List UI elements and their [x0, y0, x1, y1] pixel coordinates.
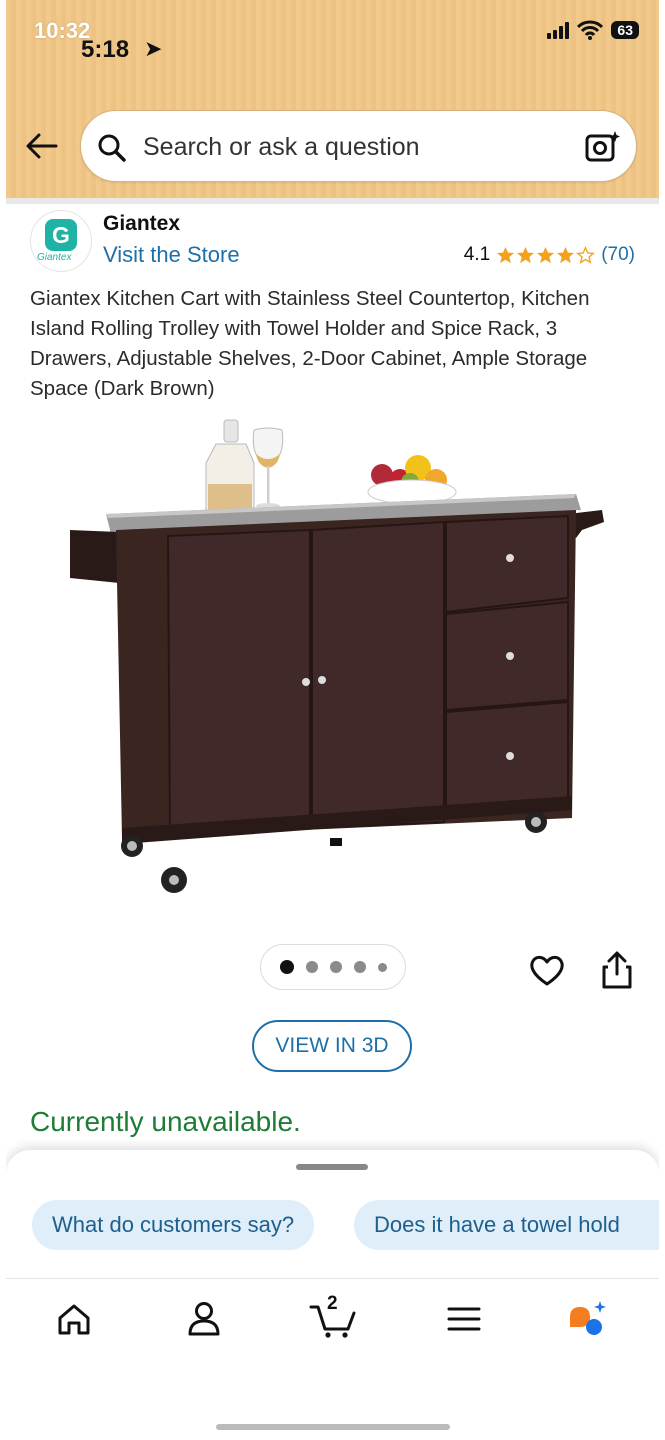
camera-search-icon[interactable]: [584, 129, 622, 165]
screen: 10:32 5:18 ➤ 63 Search or ask a question: [6, 0, 659, 1413]
brand-logo[interactable]: G Giantex: [30, 210, 92, 272]
star-empty-icon: [576, 245, 596, 264]
status-time: 5:18: [81, 36, 130, 63]
wifi-icon: [577, 20, 604, 40]
status-icons: 63: [547, 20, 639, 40]
suggestion-chip[interactable]: Does it have a towel hold: [354, 1200, 659, 1250]
brand-logo-wordmark: Giantex: [37, 252, 72, 263]
menu-icon[interactable]: [442, 1297, 486, 1341]
wheel-icon: [121, 835, 143, 857]
search-input[interactable]: Search or ask a question: [80, 110, 637, 182]
app-header: 10:32 5:18 ➤ 63 Search or ask a question: [6, 0, 659, 198]
rufus-assistant-icon[interactable]: [566, 1297, 610, 1341]
suggestion-sheet: What do customers say? Does it have a to…: [6, 1150, 659, 1278]
star-full-icon: [537, 246, 555, 263]
bottom-tab-bar: 2: [6, 1278, 659, 1413]
star-full-icon: [557, 246, 575, 263]
rating-value: 4.1: [463, 244, 491, 265]
brand-name: Giantex: [103, 212, 181, 235]
product-title: Giantex Kitchen Cart with Stainless Stee…: [30, 287, 590, 400]
search-icon: [98, 134, 126, 162]
location-arrow-icon: ➤: [144, 36, 163, 61]
home-indicator: [216, 1424, 450, 1430]
home-icon[interactable]: [52, 1297, 96, 1341]
signal-icon: [547, 21, 570, 39]
brand-logo-mark: G: [45, 219, 77, 251]
header-divider: [6, 198, 659, 204]
kitchen-cart-image[interactable]: [56, 418, 616, 908]
carousel-dot: [305, 961, 318, 973]
carousel-dot: [353, 961, 366, 973]
cart-count: 2: [327, 1293, 338, 1314]
star-rating: [496, 245, 596, 265]
availability-status: Currently unavailable.: [30, 1106, 301, 1137]
fruit-bowl-illustration: [367, 455, 457, 505]
carousel-dot: [329, 961, 342, 973]
account-icon[interactable]: [182, 1297, 226, 1341]
image-carousel-indicator[interactable]: [260, 944, 406, 990]
carousel-dot: [377, 962, 387, 972]
star-full-icon: [497, 246, 515, 263]
wishlist-heart-icon[interactable]: [528, 952, 566, 988]
sheet-drag-handle[interactable]: [296, 1164, 368, 1170]
wine-glass-illustration: [252, 427, 284, 509]
visit-store-link[interactable]: Visit the Store: [103, 242, 240, 268]
battery-indicator: 63: [611, 21, 639, 39]
wheel-icon: [161, 867, 187, 893]
back-arrow-icon[interactable]: [24, 128, 60, 164]
rating-summary[interactable]: 4.1 (70): [464, 244, 635, 266]
view-in-3d-button[interactable]: VIEW IN 3D: [252, 1020, 412, 1072]
share-icon[interactable]: [600, 950, 634, 990]
suggestion-chip[interactable]: What do customers say?: [32, 1200, 315, 1250]
search-placeholder: Search or ask a question: [143, 133, 420, 161]
carousel-dot: [279, 960, 294, 974]
rating-count: (70): [601, 244, 635, 265]
decanter-illustration: [205, 419, 255, 515]
wheel-icon: [525, 811, 547, 833]
star-full-icon: [517, 246, 535, 263]
